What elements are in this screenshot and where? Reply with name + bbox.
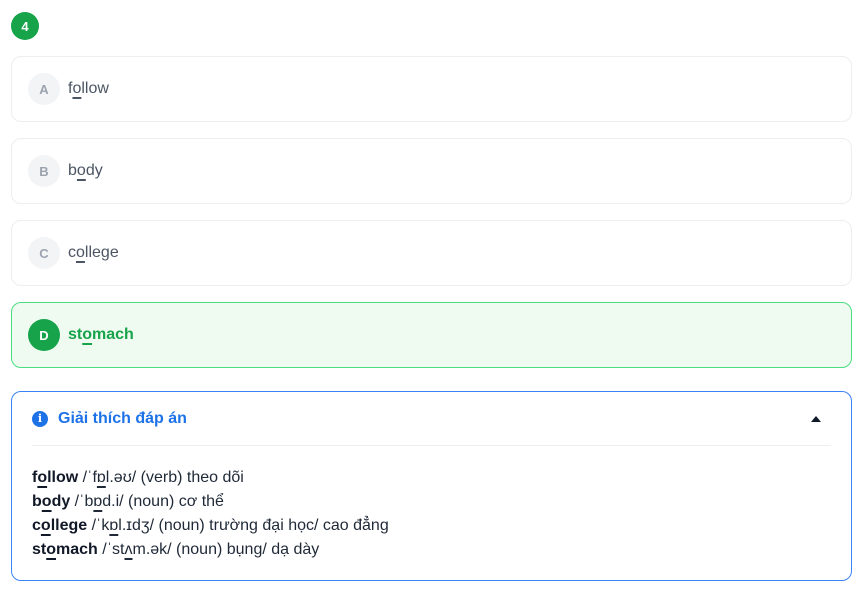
- caret-up-icon[interactable]: [811, 415, 821, 422]
- option-d-correct[interactable]: D stomach: [11, 302, 852, 368]
- info-circle-icon: i: [32, 410, 48, 427]
- option-text: stomach: [68, 326, 134, 343]
- explanation-line: follow /ˈfɒl.əʊ/ (verb) theo dõi: [32, 469, 244, 486]
- option-c[interactable]: C college: [11, 220, 852, 286]
- explanation-line: college /ˈkɒl.ɪdʒ/ (noun) trường đại học…: [32, 517, 389, 534]
- explanation-line: body /ˈbɒd.i/ (noun) cơ thể: [32, 493, 224, 510]
- explanation-header[interactable]: i Giải thích đáp án: [32, 392, 831, 446]
- explanation-title: Giải thích đáp án: [58, 409, 187, 427]
- option-b[interactable]: B body: [11, 138, 852, 204]
- explanation-panel: i Giải thích đáp án follow /ˈfɒl.əʊ/ (ve…: [11, 391, 852, 581]
- option-letter: C: [28, 237, 60, 269]
- question-number-badge: 4: [11, 12, 39, 40]
- explanation-body: follow /ˈfɒl.əʊ/ (verb) theo dõi body /ˈ…: [32, 466, 831, 562]
- option-letter: D: [28, 319, 60, 351]
- explanation-line: stomach /ˈstʌm.ək/ (noun) bụng/ dạ dày: [32, 541, 320, 558]
- option-letter: A: [28, 73, 60, 105]
- option-text: body: [68, 162, 103, 179]
- option-text: follow: [68, 80, 109, 97]
- option-text: college: [68, 244, 119, 261]
- option-a[interactable]: A follow: [11, 56, 852, 122]
- option-letter: B: [28, 155, 60, 187]
